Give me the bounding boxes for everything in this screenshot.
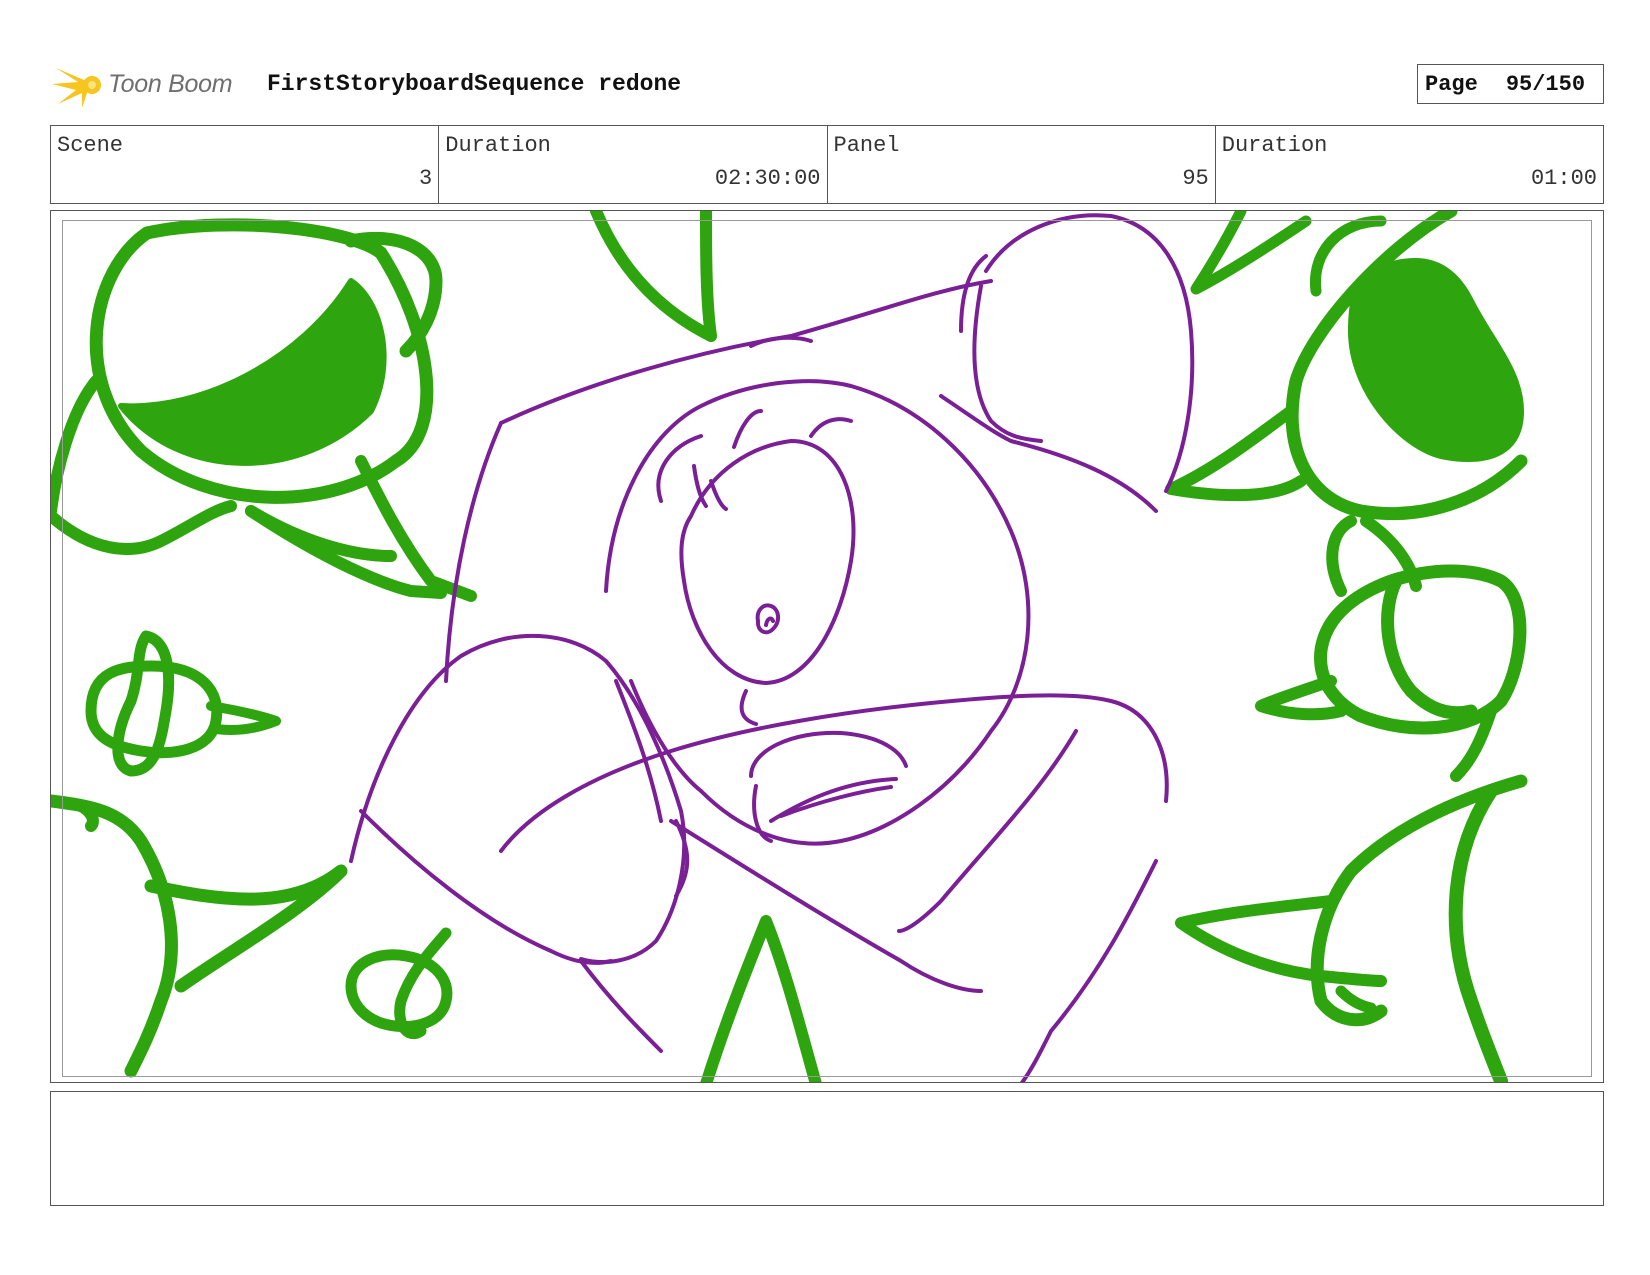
scene-duration-label: Duration bbox=[445, 133, 551, 158]
panel-value: 95 bbox=[1182, 166, 1209, 191]
panel-duration-value: 01:00 bbox=[1530, 166, 1597, 191]
toon-boom-logo: Toon Boom bbox=[52, 58, 252, 110]
scene-value: 3 bbox=[419, 166, 433, 191]
star-burst-icon bbox=[52, 68, 104, 108]
scene-cell: Scene 3 bbox=[51, 126, 440, 203]
logo-text: Toon Boom bbox=[108, 70, 233, 98]
scene-duration-value: 02:30:00 bbox=[714, 166, 821, 191]
page-label: Page bbox=[1425, 71, 1478, 97]
background-sketch bbox=[51, 211, 1528, 1082]
panel-info-row: Scene 3 Duration 02:30:00 Panel 95 Durat… bbox=[50, 125, 1604, 204]
panel-duration-label: Duration bbox=[1221, 133, 1328, 158]
page-indicator: Page 95/150 bbox=[1417, 64, 1604, 104]
sketch-drawing bbox=[51, 211, 1528, 1082]
panel-cell: Panel 95 bbox=[828, 126, 1216, 203]
panel-duration-cell: Duration 01:00 bbox=[1216, 126, 1603, 203]
document-title: FirstStoryboardSequence redone bbox=[267, 71, 682, 97]
storyboard-panel-image bbox=[50, 210, 1604, 1083]
page-header: Toon Boom FirstStoryboardSequence redone… bbox=[52, 58, 1604, 110]
scene-duration-cell: Duration 02:30:00 bbox=[439, 126, 828, 203]
scene-label: Scene bbox=[57, 133, 124, 158]
panel-label: Panel bbox=[833, 133, 900, 158]
page-number: 95/150 bbox=[1505, 71, 1586, 97]
panel-notes-box bbox=[50, 1091, 1604, 1206]
